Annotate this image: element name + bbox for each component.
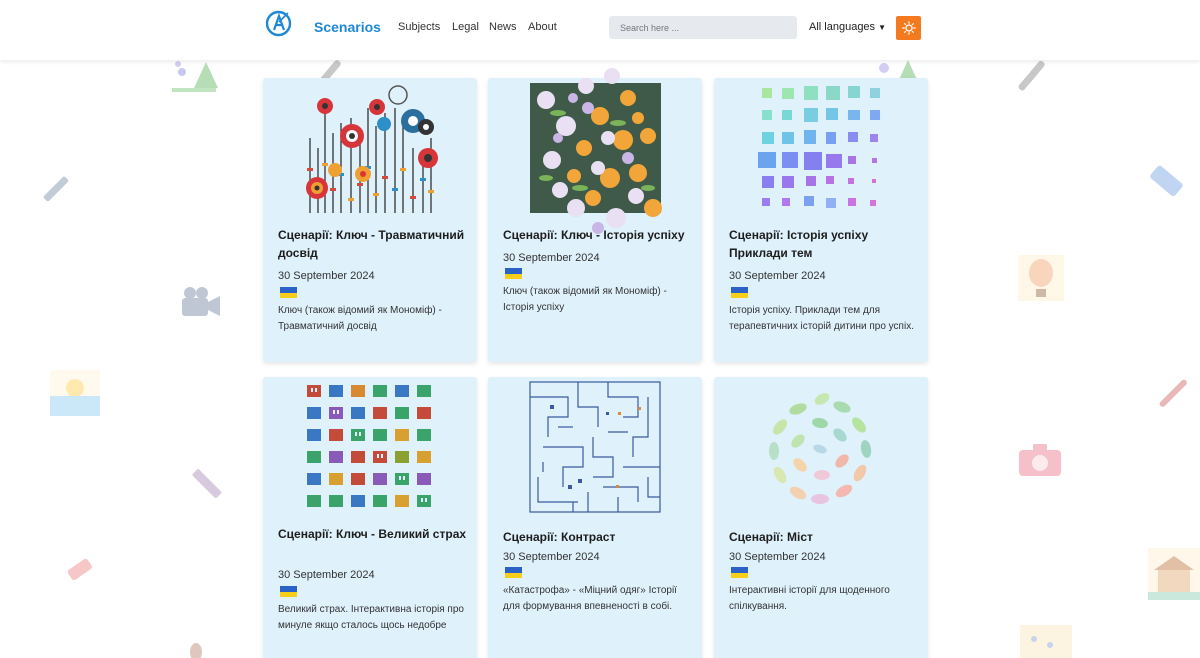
tree-illustration (170, 58, 218, 101)
scenario-card[interactable]: Сценарії: Історія успіху Приклади тем 30… (714, 78, 928, 362)
eraser-icon (1144, 160, 1186, 207)
card-date: 30 September 2024 (729, 270, 826, 282)
card-title[interactable]: Сценарії: Ключ - Історія успіху (503, 226, 693, 244)
ukraine-flag-icon (280, 287, 297, 298)
scenario-card[interactable]: Сценарії: Ключ - Травматичний досвід 30 … (263, 78, 477, 362)
card-title[interactable]: Сценарії: Історія успіху Приклади тем (729, 226, 919, 262)
flower-garden-image (306, 85, 438, 213)
pencil-icon (190, 466, 226, 507)
language-label: All languages (809, 21, 876, 33)
card-description: Історія успіху. Приклади тем для терапев… (729, 305, 914, 332)
hot-air-balloon-illustration (1018, 255, 1064, 306)
ukraine-flag-icon (505, 268, 522, 279)
card-date: 30 September 2024 (503, 252, 600, 264)
eraser-icon (64, 556, 94, 589)
nav-link-legal[interactable]: Legal (452, 21, 479, 33)
nav-link-subjects[interactable]: Subjects (398, 21, 440, 33)
scenario-card[interactable]: Сценарії: Ключ - Великий страх 30 Septem… (263, 377, 477, 658)
card-date: 30 September 2024 (278, 270, 375, 282)
nav-link-news[interactable]: News (489, 21, 517, 33)
card-title[interactable]: Сценарії: Контраст (503, 528, 693, 546)
card-description: Великий страх. Інтерактивна історія про … (278, 604, 464, 631)
card-description: Ключ (також відомий як Мономіф) - Травма… (278, 305, 442, 332)
scenario-card[interactable]: Сценарії: Ключ - Історія успіху 30 Septe… (488, 68, 702, 362)
card-title[interactable]: Сценарії: Міст (729, 528, 919, 546)
navbar: Scenarios Subjects Legal News About All … (0, 0, 1200, 60)
search-input[interactable] (609, 16, 797, 39)
scenario-card[interactable]: Сценарії: Міст 30 September 2024 Інтерак… (714, 377, 928, 658)
card-description: Ключ (також відомий як Мономіф) - Історі… (503, 286, 667, 313)
card-title[interactable]: Сценарії: Ключ - Травматичний досвід (278, 226, 468, 262)
maze-image (529, 381, 661, 513)
ukraine-flag-icon (280, 586, 297, 597)
brush-icon (1156, 376, 1192, 417)
card-title[interactable]: Сценарії: Ключ - Великий страх (278, 525, 468, 543)
card-date: 30 September 2024 (278, 569, 375, 581)
house-illustration (1148, 548, 1200, 605)
theme-toggle-button[interactable] (896, 16, 921, 40)
site-logo[interactable] (265, 10, 292, 37)
card-description: «Катастрофа» - «Міцний одяг» Історії для… (503, 585, 677, 612)
chevron-down-icon: ▼ (878, 23, 886, 32)
brand-link[interactable]: Scenarios (314, 19, 381, 35)
nav-link-about[interactable]: About (528, 21, 557, 33)
ukraine-flag-icon (731, 567, 748, 578)
language-dropdown[interactable]: All languages ▼ (809, 21, 886, 33)
movie-camera-icon (182, 286, 222, 323)
card-date: 30 September 2024 (729, 551, 826, 563)
feather-icon (186, 640, 206, 658)
pixel-invaders-image (307, 385, 431, 507)
ukraine-flag-icon (731, 287, 748, 298)
sun-icon (901, 21, 916, 35)
ukraine-flag-icon (505, 567, 522, 578)
card-date: 30 September 2024 (503, 551, 600, 563)
camera-icon (1019, 444, 1063, 483)
brush-icon (1012, 58, 1052, 99)
sunset-sea-illustration (50, 370, 100, 421)
card-description: Інтерактивні історії для щоденного спілк… (729, 585, 890, 612)
gradient-squares-image (758, 86, 880, 208)
map-illustration (1020, 625, 1072, 658)
leaf-circle-image (769, 393, 872, 504)
pencil-icon (42, 175, 72, 210)
scenario-card[interactable]: Сценарії: Контраст 30 September 2024 «Ка… (488, 377, 702, 658)
flowers-image (530, 68, 662, 234)
